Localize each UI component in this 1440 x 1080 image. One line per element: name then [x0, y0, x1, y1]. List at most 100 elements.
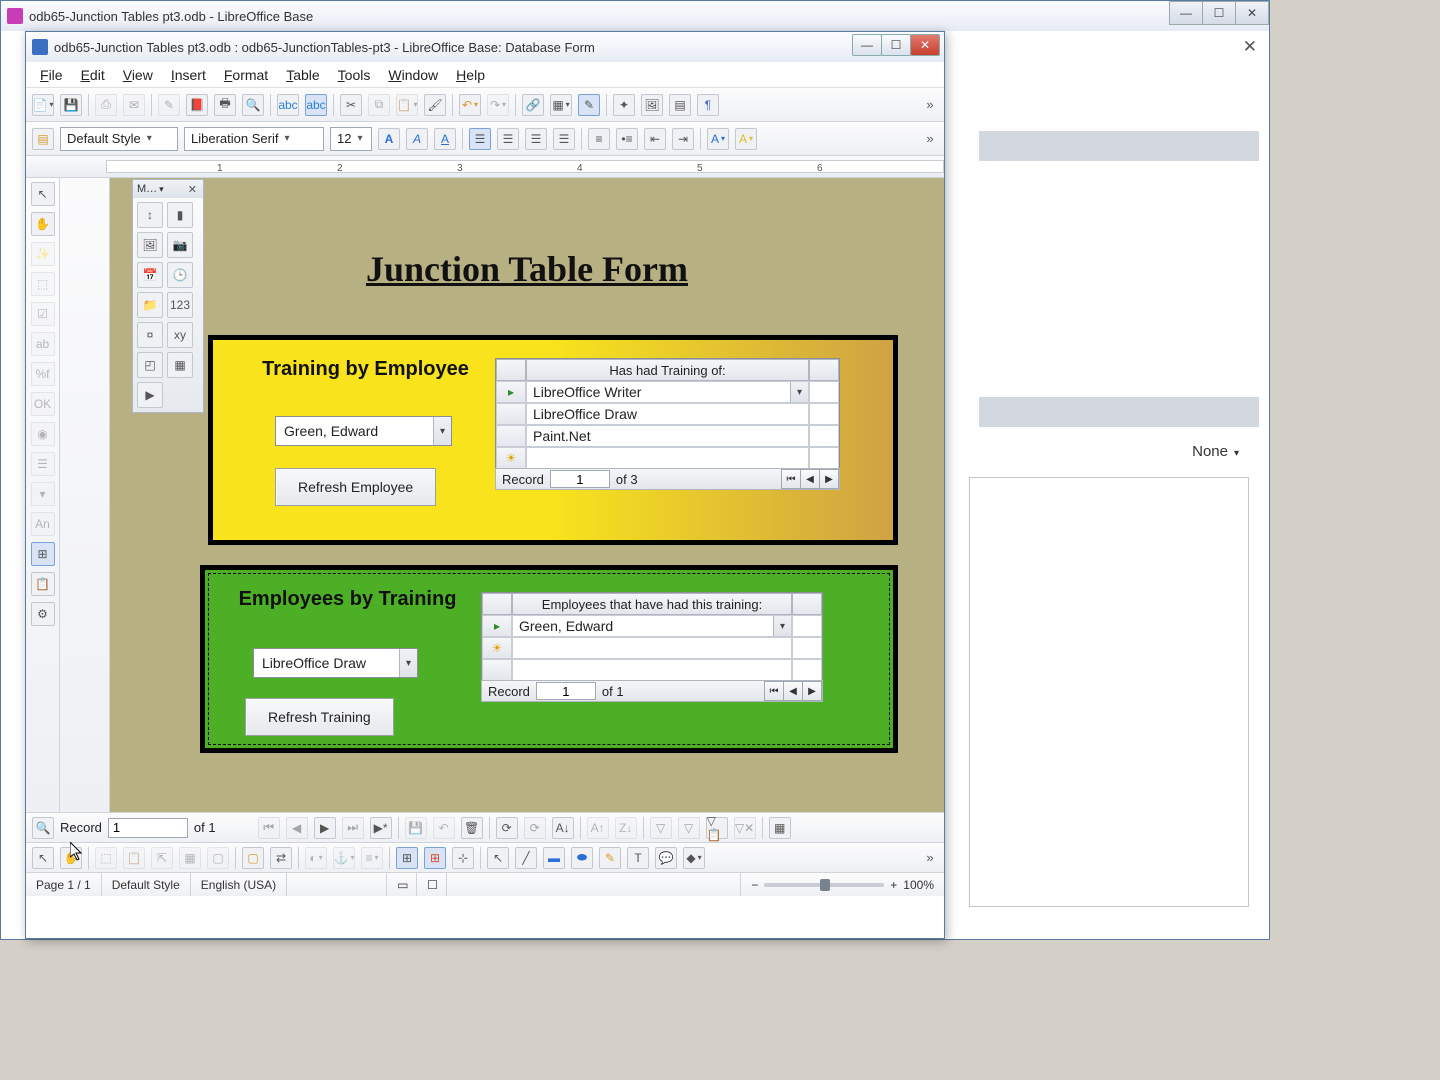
spellcheck-button[interactable]: abc: [277, 94, 299, 116]
zoom-slider[interactable]: [764, 883, 884, 887]
control-tool[interactable]: ⬚: [95, 847, 117, 869]
next-record-button[interactable]: ▶: [314, 817, 336, 839]
grid-cell[interactable]: [512, 659, 792, 681]
insert-mode-status[interactable]: [287, 873, 387, 896]
italic-button[interactable]: A: [406, 128, 428, 150]
mail-button[interactable]: ✉: [123, 94, 145, 116]
auto-control-tool[interactable]: ⚓: [333, 847, 355, 869]
callout-tool[interactable]: 💬: [655, 847, 677, 869]
menu-tools[interactable]: Tools: [332, 65, 377, 85]
row-marker-icon[interactable]: ▸: [496, 381, 526, 403]
tab-order-tool[interactable]: ⇄: [270, 847, 292, 869]
menu-file[interactable]: File: [34, 65, 69, 85]
prev-record-button[interactable]: ◀: [800, 469, 820, 489]
last-record-button[interactable]: ⏭: [342, 817, 364, 839]
record-number-input[interactable]: [108, 818, 188, 838]
prev-record-button[interactable]: ◀: [783, 681, 803, 701]
menu-help[interactable]: Help: [450, 65, 491, 85]
chevron-down-icon[interactable]: ▾: [773, 616, 791, 636]
outer-minimize-button[interactable]: —: [1169, 1, 1203, 25]
grid-cell[interactable]: LibreOffice Writer▾: [526, 381, 809, 403]
form-nav-tool[interactable]: 📋: [31, 572, 55, 596]
textbox-tool[interactable]: ab: [31, 332, 55, 356]
first-record-button[interactable]: ⏮: [781, 469, 801, 489]
grid-row-header[interactable]: [482, 593, 512, 615]
datasources-button[interactable]: ▤: [669, 94, 691, 116]
toolbar-more-icon[interactable]: »: [922, 131, 938, 146]
redo-button[interactable]: ↷: [487, 94, 509, 116]
more-controls-palette[interactable]: M…▾✕ ↕ ▮ 🖼 📷 📅 🕒 📁 123 ¤ xy ◰ ▦: [132, 179, 204, 413]
form-props-tool[interactable]: ⚙: [31, 602, 55, 626]
menu-window[interactable]: Window: [382, 65, 444, 85]
textbox-tool[interactable]: T: [627, 847, 649, 869]
sort-button[interactable]: A↓: [552, 817, 574, 839]
basic-shapes-tool[interactable]: ◆: [683, 847, 705, 869]
grid-col-header[interactable]: Has had Training of:: [526, 359, 809, 381]
scrollbar-tool[interactable]: ▮: [167, 202, 193, 228]
clone-format-button[interactable]: 🖌: [424, 94, 446, 116]
more-controls-tool[interactable]: ⊞: [31, 542, 55, 566]
sort-desc-button[interactable]: Z↓: [615, 817, 637, 839]
hyperlink-button[interactable]: 🔗: [522, 94, 544, 116]
prev-record-button[interactable]: ◀: [286, 817, 308, 839]
form-minimize-button[interactable]: —: [852, 34, 882, 56]
menu-edit[interactable]: Edit: [75, 65, 111, 85]
toolbar-more-icon[interactable]: »: [922, 97, 938, 112]
new-row-icon[interactable]: ☀: [482, 637, 512, 659]
align-left-button[interactable]: ☰: [469, 128, 491, 150]
form-maximize-button[interactable]: ☐: [881, 34, 911, 56]
outer-close-button[interactable]: ✕: [1235, 1, 1269, 25]
new-row-icon[interactable]: ☀: [496, 447, 526, 469]
selection-mode-status[interactable]: ▭: [387, 873, 417, 896]
gallery-button[interactable]: 🖼: [641, 94, 663, 116]
date-field-tool[interactable]: 📅: [137, 262, 163, 288]
select-tool[interactable]: ↖: [32, 847, 54, 869]
snap-to-grid-button[interactable]: ⊞: [424, 847, 446, 869]
add-field-tool[interactable]: ▢: [207, 847, 229, 869]
ellipse-tool[interactable]: ⬬: [571, 847, 593, 869]
pushbutton-tool[interactable]: OK: [31, 392, 55, 416]
file-selection-tool[interactable]: 📁: [137, 292, 163, 318]
position-size-tool[interactable]: ⇱: [151, 847, 173, 869]
grid-cell[interactable]: LibreOffice Draw: [526, 403, 809, 425]
sidebar-close-icon[interactable]: ✕: [1243, 37, 1257, 57]
sort-asc-button[interactable]: A↑: [587, 817, 609, 839]
menu-view[interactable]: View: [117, 65, 159, 85]
currency-tool[interactable]: ¤: [137, 322, 163, 348]
image-button-tool[interactable]: 🖼: [137, 232, 163, 258]
grid-cell[interactable]: [526, 447, 809, 469]
form-tool[interactable]: 📋: [123, 847, 145, 869]
form-navigator-tool[interactable]: ▢: [242, 847, 264, 869]
toolbar-more-icon[interactable]: »: [922, 850, 938, 865]
listbox-tool[interactable]: ☰: [31, 452, 55, 476]
display-grid-button[interactable]: ⊞: [396, 847, 418, 869]
align-right-button[interactable]: ☰: [525, 128, 547, 150]
record-number-input[interactable]: [550, 470, 610, 488]
export-button[interactable]: ⎙: [95, 94, 117, 116]
menu-table[interactable]: Table: [280, 65, 325, 85]
save-button[interactable]: 💾: [60, 94, 82, 116]
label-tool[interactable]: An: [31, 512, 55, 536]
font-color-button[interactable]: A: [707, 128, 729, 150]
font-size-combo[interactable]: 12▾: [330, 127, 372, 151]
checkbox-tool[interactable]: ☑: [31, 302, 55, 326]
edit-button[interactable]: ✎: [158, 94, 180, 116]
chevron-down-icon[interactable]: ▾: [790, 382, 808, 402]
language-status[interactable]: English (USA): [191, 873, 287, 896]
pattern-tool[interactable]: xy: [167, 322, 193, 348]
form-filter-button[interactable]: ▽📋: [706, 817, 728, 839]
open-design-tool[interactable]: ◐: [305, 847, 327, 869]
decrease-indent-button[interactable]: ⇤: [644, 128, 666, 150]
save-record-button[interactable]: 💾: [405, 817, 427, 839]
chevron-down-icon[interactable]: ▾: [159, 184, 164, 195]
freeform-tool[interactable]: ✎: [599, 847, 621, 869]
copy-button[interactable]: ⧉: [368, 94, 390, 116]
grid-cell[interactable]: Green, Edward▾: [512, 615, 792, 637]
align-tool[interactable]: ≡: [361, 847, 383, 869]
new-record-button[interactable]: ▶*: [370, 817, 392, 839]
form-close-button[interactable]: ✕: [910, 34, 940, 56]
table-control-tool[interactable]: ▦: [167, 352, 193, 378]
image-control-tool[interactable]: 📷: [167, 232, 193, 258]
control-wizard-tool[interactable]: ✨: [31, 242, 55, 266]
spin-button-tool[interactable]: ↕: [137, 202, 163, 228]
